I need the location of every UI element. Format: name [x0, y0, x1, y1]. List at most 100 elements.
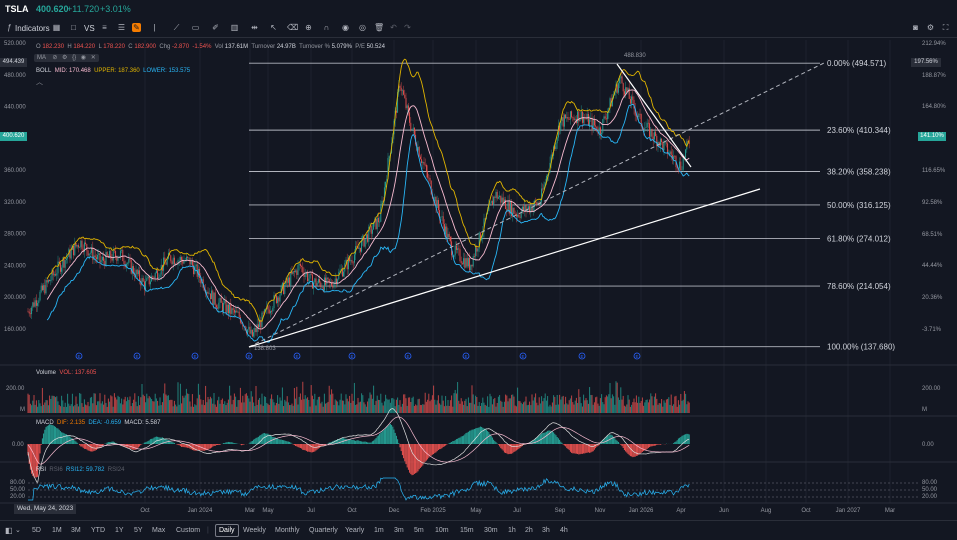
candle-body [115, 251, 116, 256]
interval-10m[interactable]: 10m [435, 525, 449, 536]
range-1m[interactable]: 1M [52, 525, 62, 536]
settings-icon[interactable]: ⚙ [926, 23, 935, 32]
candle-body [112, 259, 113, 261]
trendline-icon[interactable]: ⟋ [172, 23, 181, 32]
volume-bar [325, 404, 326, 413]
measure-icon[interactable]: ⇹ [250, 23, 259, 32]
range-ytd[interactable]: YTD [91, 525, 105, 536]
vs-button[interactable]: VS [84, 22, 95, 35]
range-5d[interactable]: 5D [32, 525, 41, 536]
interval-yearly[interactable]: Yearly [345, 525, 364, 536]
sidebar-toggle-icon[interactable]: ◧ [5, 525, 13, 536]
volume-bar [248, 398, 249, 413]
candle-body [80, 241, 81, 248]
volume-axis-right-unit: M [922, 406, 927, 414]
interval-3m[interactable]: 3m [394, 525, 404, 536]
visibility-icon[interactable]: ◉ [81, 55, 86, 61]
range-5y[interactable]: 5Y [134, 525, 143, 536]
volume-bar [335, 399, 336, 413]
list-icon[interactable]: ≡ [100, 23, 109, 32]
macd-histogram-bar [485, 429, 486, 444]
candle-body [150, 281, 151, 284]
candle-body [366, 234, 367, 238]
eye-off-icon[interactable]: ⊘ [52, 55, 57, 61]
range-max[interactable]: Max [152, 525, 165, 536]
volume-bar [250, 402, 251, 413]
undo-icon[interactable]: ↶ [389, 23, 398, 32]
zoom-icon[interactable]: ⊕ [304, 23, 313, 32]
symbol-label[interactable]: TSLA [5, 4, 29, 14]
volume-bar [446, 406, 447, 413]
volume-bar [221, 400, 222, 413]
candle-body [324, 278, 325, 291]
drawing-icon[interactable]: ✎ [132, 23, 141, 32]
interval-5m[interactable]: 5m [414, 525, 424, 536]
settings-list-icon[interactable]: ☰ [117, 23, 126, 32]
range-1y[interactable]: 1Y [115, 525, 124, 536]
candle-body [128, 259, 129, 263]
ma-indicator-row[interactable]: MA ⊘ ⚙ {} ◉ ✕ [34, 54, 99, 62]
candle-body [42, 286, 43, 291]
volume-bar [132, 403, 133, 413]
volume-bar [192, 394, 193, 413]
chg-value: -2.870 [172, 44, 189, 50]
redo-icon[interactable]: ↷ [403, 23, 412, 32]
grid-icon[interactable]: ▥ [230, 23, 239, 32]
volume-bar [97, 401, 98, 413]
interval-4h[interactable]: 4h [560, 525, 568, 536]
chevron-down-icon[interactable]: ⌄ [15, 525, 21, 536]
interval-daily[interactable]: Daily [215, 524, 239, 537]
macd-histogram-bar [178, 444, 179, 445]
volume-bar [564, 404, 565, 413]
interval-15m[interactable]: 15m [460, 525, 474, 536]
close-icon[interactable]: ✕ [91, 55, 96, 61]
settings-small-icon[interactable]: ⚙ [62, 55, 67, 61]
lock-icon[interactable]: ◉ [341, 23, 350, 32]
volume-bar [361, 393, 362, 413]
macd-histogram-bar [56, 428, 57, 444]
volume-bar [130, 396, 131, 413]
fullscreen-icon[interactable]: ⛶ [941, 23, 950, 32]
range-3m[interactable]: 3M [71, 525, 81, 536]
interval-1h[interactable]: 1h [508, 525, 516, 536]
volume-bar [52, 396, 53, 413]
camera-icon[interactable]: ◙ [911, 23, 920, 32]
eye-icon[interactable]: ◎ [358, 23, 367, 32]
trash-icon[interactable]: 🗑 [374, 23, 383, 32]
macd-histogram-bar [227, 442, 228, 444]
layout-icon[interactable]: ▦ [52, 23, 61, 32]
candle-body [572, 117, 573, 118]
macd-histogram-bar [564, 444, 565, 445]
interval-monthly[interactable]: Monthly [275, 525, 300, 536]
volume-bar [85, 405, 86, 413]
candle-body [90, 253, 91, 254]
volume-bar [383, 405, 384, 413]
macd-histogram-bar [442, 444, 443, 448]
interval-2h[interactable]: 2h [525, 525, 533, 536]
range-custom[interactable]: Custom [176, 525, 200, 536]
pen-icon[interactable]: ✐ [211, 23, 220, 32]
candle-body [269, 310, 270, 314]
rectangle-icon[interactable]: ▭ [191, 23, 200, 32]
interval-30m[interactable]: 30m [484, 525, 498, 536]
macd-histogram-bar [151, 439, 152, 444]
compare-icon[interactable]: □ [69, 23, 78, 32]
eraser-icon[interactable]: ⌫ [287, 23, 296, 32]
code-icon[interactable]: {} [72, 55, 76, 61]
magnet-icon[interactable]: ∩ [322, 23, 331, 32]
macd-histogram-bar [654, 444, 655, 446]
cursor-icon[interactable]: ↖ [269, 23, 278, 32]
collapse-chevron-icon[interactable]: ︿ [36, 77, 43, 87]
interval-1m[interactable]: 1m [374, 525, 384, 536]
indicators-button[interactable]: Indicators [15, 22, 50, 35]
interval-3h[interactable]: 3h [542, 525, 550, 536]
macd-histogram-bar [282, 440, 283, 444]
volume-bar [566, 403, 567, 413]
macd-histogram-bar [587, 444, 588, 453]
macd-histogram-bar [440, 444, 441, 449]
price-chart[interactable]: 0.00% (494.571)23.60% (410.344)38.20% (3… [0, 37, 957, 520]
interval-weekly[interactable]: Weekly [243, 525, 266, 536]
candle-body [683, 158, 684, 170]
macd-histogram-bar [170, 441, 171, 444]
interval-quarterly[interactable]: Quarterly [309, 525, 338, 536]
